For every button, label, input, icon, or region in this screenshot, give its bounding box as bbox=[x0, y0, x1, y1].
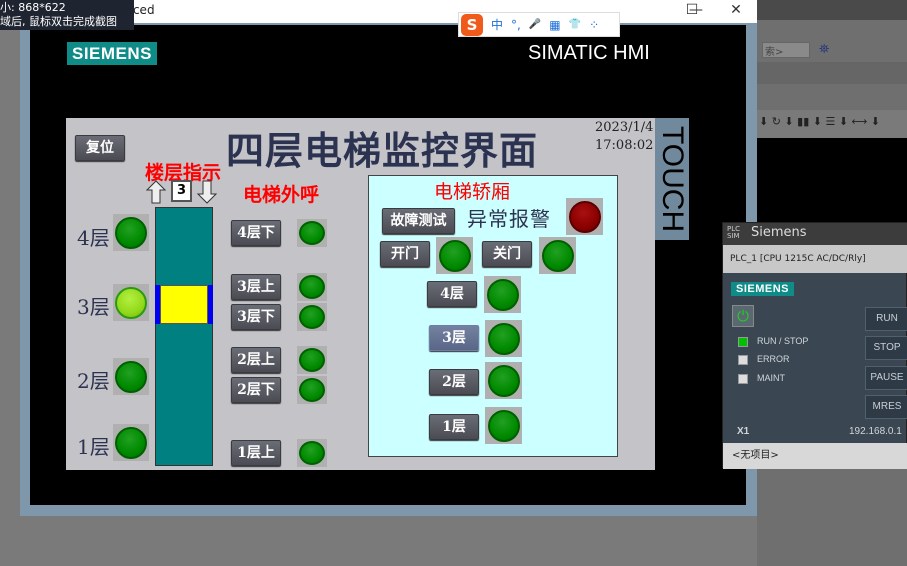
hall-lamp-3-up bbox=[297, 273, 327, 301]
plcsim-siemens-logo: SIEMENS bbox=[731, 282, 794, 296]
maint-label: MAINT bbox=[757, 373, 785, 383]
skin-icon[interactable]: 👕 bbox=[569, 19, 581, 30]
floor-label-4: 4层 bbox=[77, 226, 110, 250]
hall-lamp-2-down bbox=[297, 376, 327, 404]
floor-lamp-1 bbox=[113, 424, 149, 461]
binoculars-icon[interactable]: ⛯ bbox=[819, 42, 829, 57]
alarm-lamp bbox=[566, 198, 603, 235]
door-close-button[interactable]: 关门 bbox=[482, 241, 532, 267]
simatic-hmi-label: SIMATIC HMI bbox=[528, 42, 650, 64]
ime-punctuation-toggle[interactable]: °, bbox=[511, 18, 521, 32]
floor-label-2: 2层 bbox=[77, 369, 110, 393]
page-title: 四层电梯监控界面 bbox=[226, 128, 539, 173]
hall-lamp-2-up bbox=[297, 346, 327, 374]
car-floor-4-button[interactable]: 4层 bbox=[427, 281, 477, 307]
hall-call-3-down[interactable]: 3层下 bbox=[231, 304, 281, 330]
date: 2023/1/4 bbox=[595, 120, 654, 135]
siemens-logo: SIEMENS bbox=[67, 42, 157, 65]
keyboard-icon[interactable]: ▦ bbox=[549, 18, 560, 32]
floor-number-display: 3 bbox=[171, 180, 192, 202]
hall-call-2-down[interactable]: 2层下 bbox=[231, 377, 281, 403]
mres-button[interactable]: MRES bbox=[865, 395, 907, 419]
toolbox-icon[interactable]: ⁘ bbox=[589, 18, 599, 32]
run-button[interactable]: RUN bbox=[865, 307, 907, 331]
bg-black bbox=[757, 138, 907, 228]
error-label: ERROR bbox=[757, 354, 790, 364]
floor-lamp-4 bbox=[113, 214, 149, 251]
stop-button[interactable]: STOP bbox=[865, 336, 907, 360]
plcsim-window: PLC SIM Siemens PLC_1 [CPU 1215C AC/DC/Rl… bbox=[722, 222, 907, 469]
pause-button[interactable]: PAUSE bbox=[865, 366, 907, 390]
floor-number: 3 bbox=[173, 182, 190, 200]
car-floor-4-lamp bbox=[484, 276, 521, 313]
floor-lamp-3 bbox=[113, 284, 149, 321]
run-stop-label: RUN / STOP bbox=[757, 336, 809, 346]
plcsim-title: Siemens bbox=[751, 225, 807, 240]
capture-hint: 域后, 鼠标双击完成截图 bbox=[0, 15, 117, 28]
car-floor-1-lamp bbox=[485, 407, 522, 444]
elevator-car bbox=[155, 285, 213, 324]
hall-lamp-1-up bbox=[297, 439, 327, 467]
ime-chinese-toggle[interactable]: 中 bbox=[491, 16, 503, 33]
door-close-lamp bbox=[539, 237, 576, 274]
hall-call-2-up[interactable]: 2层上 bbox=[231, 347, 281, 373]
maximize-button[interactable]: ☐ bbox=[672, 0, 712, 22]
bg-toolbar: ⬇ ↻ ⬇ ▮▮ ⬇ ☰ ⬇ ⟷ ⬇ bbox=[757, 110, 907, 138]
door-open-button[interactable]: 开门 bbox=[380, 241, 430, 267]
power-button[interactable]: ⏻ bbox=[732, 305, 754, 327]
car-floor-2-lamp bbox=[485, 362, 522, 399]
elevator-shaft bbox=[155, 207, 213, 466]
time: 17:08:02 bbox=[595, 138, 654, 153]
plcsim-titlebar: PLC SIM Siemens bbox=[723, 223, 907, 245]
car-floor-1-button[interactable]: 1层 bbox=[429, 414, 479, 440]
hall-calls-heading: 电梯外呼 bbox=[243, 184, 320, 206]
floor-lamp-2 bbox=[113, 358, 149, 395]
down-arrow-icon bbox=[197, 180, 217, 204]
hall-call-1-up[interactable]: 1层上 bbox=[231, 440, 281, 466]
microphone-icon[interactable]: 🎤 bbox=[529, 19, 541, 30]
floor-label-1: 1层 bbox=[77, 435, 110, 459]
project-status: <无项目> bbox=[723, 443, 907, 469]
ime-toolbar: S 中 °, 🎤 ▦ 👕 ⁘ bbox=[458, 12, 620, 37]
car-floor-3-button[interactable]: 3层 bbox=[429, 325, 479, 351]
bg-titlebar bbox=[757, 0, 907, 20]
car-floor-2-button[interactable]: 2层 bbox=[429, 369, 479, 395]
floor-label-3: 3层 bbox=[77, 295, 110, 319]
sogou-logo-icon[interactable]: S bbox=[461, 13, 483, 36]
hall-lamp-3-down bbox=[297, 303, 327, 331]
maint-led bbox=[738, 374, 748, 384]
error-led bbox=[738, 355, 748, 365]
plcsim-icon: PLC SIM bbox=[727, 225, 741, 240]
search-input[interactable]: 索> bbox=[762, 42, 810, 58]
hall-call-4-down[interactable]: 4层下 bbox=[231, 220, 281, 246]
capture-size: 小: 868*622 bbox=[0, 1, 66, 14]
run-stop-led bbox=[738, 337, 748, 347]
reset-button[interactable]: 复位 bbox=[75, 135, 125, 161]
ip-address: 192.168.0.1 bbox=[849, 426, 902, 437]
car-floor-3-lamp bbox=[485, 320, 522, 357]
car-panel-heading: 电梯轿厢 bbox=[434, 181, 511, 203]
up-arrow-icon bbox=[146, 180, 166, 204]
touch-label: TOUCH bbox=[655, 118, 689, 240]
close-button[interactable]: ✕ bbox=[716, 0, 756, 22]
hall-call-3-up[interactable]: 3层上 bbox=[231, 274, 281, 300]
hall-lamp-4-down bbox=[297, 219, 327, 247]
bg-band bbox=[757, 62, 907, 84]
fault-test-button[interactable]: 故障测试 bbox=[382, 208, 455, 234]
alarm-label: 异常报警 bbox=[467, 207, 551, 231]
plcsim-device: PLC_1 [CPU 1215C AC/DC/Rly] bbox=[723, 245, 907, 273]
interface-label: X1 bbox=[737, 426, 750, 437]
door-open-lamp bbox=[436, 237, 473, 274]
capture-overlay: 小: 868*622 域后, 鼠标双击完成截图 bbox=[0, 0, 134, 30]
